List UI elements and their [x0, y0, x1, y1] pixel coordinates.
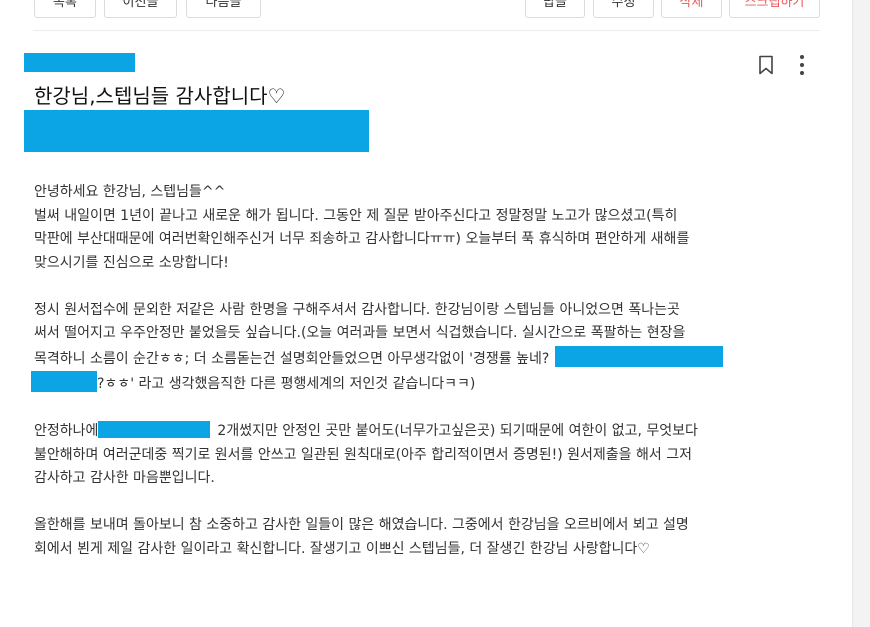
body-line: 막판에 부산대때문에 여러번확인해주신거 너무 죄송하고 감사합니다ㅠㅠ) 오늘…: [34, 231, 690, 247]
paragraph-closing: 올한해를 보내며 돌아보니 참 소중하고 감사한 일들이 많은 해였습니다. 그…: [34, 514, 824, 561]
paragraph-result: 안정하나에 2개썼지만 안정인 곳만 붙어도(너무가고싶은곳) 되기때문에 여한이…: [34, 420, 824, 491]
body-line: 안정하나에: [34, 423, 99, 439]
body-line: 맞으시기를 진심으로 소망합니다!: [34, 254, 229, 271]
body-line: 올한해를 보내며 돌아보니 참 소중하고 감사한 일들이 많은 해였습니다. 그…: [34, 517, 689, 533]
prev-post-button[interactable]: 이전글: [104, 0, 177, 18]
reply-button[interactable]: 답글: [525, 0, 585, 18]
paragraph-thanks: 정시 원서접수에 문외한 저같은 사람 한명을 구해주셔서 감사합니다. 한강님…: [31, 299, 824, 397]
body-line: 목격하니 소름이 순간ㅎㅎ; 더 소름돋는건 설명회안들었으면 아무생각없이 '…: [34, 350, 550, 367]
next-post-button[interactable]: 다음글: [186, 0, 261, 18]
redacted-text: [98, 421, 211, 438]
paragraph-greeting: 안녕하세요 한강님, 스텝님들^^ 벌써 내일이면 1년이 끝나고 새로운 해가…: [34, 181, 824, 275]
redacted-category: [24, 53, 135, 72]
body-line: 2개썼지만 안정인 곳만 붙어도(너무가고싶은곳) 되기때문에 여한이 없고, …: [217, 423, 698, 439]
redacted-author-info: [24, 110, 369, 152]
body-line: ?ㅎㅎ' 라고 생각했음직한 다른 평행세계의 저인것 같습니다ㅋㅋ): [97, 376, 476, 392]
body-line: 회에서 뵌게 제일 감사한 일이라고 확신합니다. 잘생기고 이쁘신 스텝님들,…: [34, 540, 650, 557]
scrap-button[interactable]: 스크랩하기: [729, 0, 820, 18]
post-body: 안녕하세요 한강님, 스텝님들^^ 벌써 내일이면 1년이 끝나고 새로운 해가…: [31, 181, 824, 561]
toolbar-divider: [33, 30, 820, 31]
list-button[interactable]: 목록: [34, 0, 96, 18]
bookmark-icon[interactable]: [758, 55, 774, 75]
body-line-with-redaction: 안정하나에 2개썼지만 안정인 곳만 붙어도(너무가고싶은곳) 되기때문에 여한이…: [34, 420, 824, 444]
post-card: 목록 이전글 다음글 답글 수정 삭제 스크랩하기 한강님,스텝님들 감사합니다…: [0, 0, 853, 627]
redacted-text: [31, 371, 97, 392]
edit-button[interactable]: 수정: [593, 0, 654, 18]
body-line: 정시 원서접수에 문외한 저같은 사람 한명을 구해주셔서 감사합니다. 한강님…: [34, 301, 680, 318]
redacted-text: [555, 345, 724, 367]
body-line: 감사하고 감사한 마음뿐입니다.: [34, 470, 215, 486]
body-line: 써서 떨어지고 우주안정만 붙었을듯 싶습니다.(오늘 여러과들 보면서 식겁했…: [34, 325, 686, 341]
body-line: 불안해하며 여러군데중 찍기로 원서를 안쓰고 일관된 원칙대로(아주 합리적이…: [34, 446, 692, 463]
more-vertical-icon[interactable]: [792, 54, 812, 76]
delete-button[interactable]: 삭제: [661, 0, 722, 18]
post-title: 한강님,스텝님들 감사합니다♡: [34, 84, 286, 108]
post-toolbar: 목록 이전글 다음글 답글 수정 삭제 스크랩하기: [0, 0, 852, 30]
body-line: 벌써 내일이면 1년이 끝나고 새로운 해가 됩니다. 그동안 제 질문 받아주…: [34, 207, 678, 224]
body-line: 안녕하세요 한강님, 스텝님들^^: [34, 184, 226, 200]
body-line-with-redaction: ?ㅎㅎ' 라고 생각했음직한 다른 평행세계의 저인것 같습니다ㅋㅋ): [31, 371, 824, 397]
body-line-with-redaction: 목격하니 소름이 순간ㅎㅎ; 더 소름돋는건 설명회안들었으면 아무생각없이 '…: [34, 345, 824, 372]
